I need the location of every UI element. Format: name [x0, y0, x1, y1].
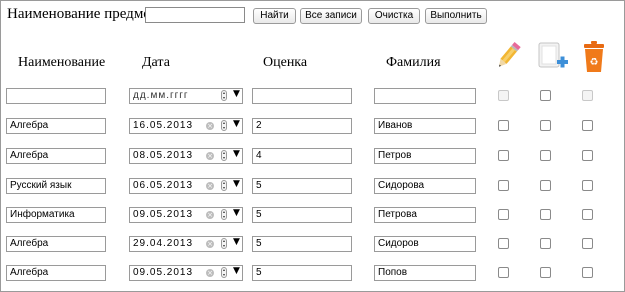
- date-value: 06.05.2013: [133, 180, 194, 191]
- name-field[interactable]: Информатика: [6, 207, 106, 223]
- table-row: Алгебра 29.04.2013 × ▼ 5 Сидоров: [0, 236, 625, 254]
- date-clear-icon[interactable]: ×: [206, 182, 214, 190]
- add-record-icon[interactable]: [537, 41, 569, 73]
- find-button[interactable]: Найти: [253, 8, 296, 24]
- surname-field[interactable]: Петров: [374, 148, 476, 164]
- date-clear-icon[interactable]: ×: [206, 211, 214, 219]
- add-checkbox[interactable]: [540, 90, 551, 101]
- clear-button[interactable]: Очистка: [368, 8, 420, 24]
- delete-checkbox[interactable]: [582, 267, 593, 278]
- edit-checkbox[interactable]: [498, 150, 509, 161]
- date-dropdown-arrow-icon[interactable]: ▼: [233, 89, 240, 99]
- name-field[interactable]: Русский язык: [6, 178, 106, 194]
- filter-name-input[interactable]: [6, 88, 106, 104]
- date-spinner[interactable]: [221, 150, 227, 161]
- name-field[interactable]: Алгебра: [6, 265, 106, 281]
- name-field[interactable]: Алгебра: [6, 118, 106, 134]
- edit-checkbox[interactable]: [498, 267, 509, 278]
- delete-checkbox[interactable]: [582, 120, 593, 131]
- date-value: 16.05.2013: [133, 120, 194, 131]
- date-spinner[interactable]: [221, 267, 227, 278]
- date-dropdown-arrow-icon[interactable]: ▼: [233, 237, 240, 247]
- name-field[interactable]: Алгебра: [6, 148, 106, 164]
- date-clear-icon[interactable]: ×: [206, 122, 214, 130]
- add-checkbox[interactable]: [540, 209, 551, 220]
- table-row: Русский язык 06.05.2013 × ▼ 5 Сидорова: [0, 178, 625, 196]
- date-clear-icon[interactable]: ×: [206, 240, 214, 248]
- grade-field[interactable]: 5: [252, 236, 352, 252]
- date-spinner[interactable]: [221, 120, 227, 131]
- delete-checkbox[interactable]: [582, 209, 593, 220]
- date-value: 29.04.2013: [133, 238, 194, 249]
- add-checkbox[interactable]: [540, 120, 551, 131]
- table-row: Алгебра 08.05.2013 × ▼ 4 Петров: [0, 148, 625, 166]
- delete-checkbox[interactable]: [582, 238, 593, 249]
- table-row: Информатика 09.05.2013 × ▼ 5 Петрова: [0, 207, 625, 225]
- pencil-edit-icon[interactable]: [495, 41, 521, 71]
- date-dropdown-arrow-icon[interactable]: ▼: [233, 179, 240, 189]
- search-label: Наименование предмета: [7, 6, 164, 22]
- date-value: 09.05.2013: [133, 267, 194, 278]
- column-header-surname: Фамилия: [386, 55, 441, 70]
- date-dropdown-arrow-icon[interactable]: ▼: [233, 266, 240, 276]
- recycle-bin-delete-icon[interactable]: ♻: [581, 41, 607, 73]
- delete-checkbox[interactable]: [582, 150, 593, 161]
- edit-checkbox[interactable]: [498, 180, 509, 191]
- surname-field[interactable]: Попов: [374, 265, 476, 281]
- add-checkbox[interactable]: [540, 180, 551, 191]
- column-header-grade: Оценка: [263, 55, 308, 70]
- add-checkbox[interactable]: [540, 267, 551, 278]
- date-value: 09.05.2013: [133, 209, 194, 220]
- surname-field[interactable]: Сидоров: [374, 236, 476, 252]
- filter-grade-input[interactable]: [252, 88, 352, 104]
- delete-checkbox[interactable]: [582, 180, 593, 191]
- date-clear-icon[interactable]: ×: [206, 152, 214, 160]
- name-field[interactable]: Алгебра: [6, 236, 106, 252]
- svg-text:♻: ♻: [590, 57, 599, 68]
- search-input[interactable]: [145, 7, 245, 23]
- date-dropdown-arrow-icon[interactable]: ▼: [233, 149, 240, 159]
- add-checkbox[interactable]: [540, 238, 551, 249]
- edit-checkbox: [498, 90, 509, 101]
- grade-field[interactable]: 5: [252, 265, 352, 281]
- date-dropdown-arrow-icon[interactable]: ▼: [233, 208, 240, 218]
- date-clear-icon[interactable]: ×: [206, 269, 214, 277]
- date-spinner[interactable]: [221, 209, 227, 220]
- delete-checkbox: [582, 90, 593, 101]
- filter-surname-input[interactable]: [374, 88, 476, 104]
- date-placeholder: дд.мм.гггг: [133, 90, 189, 101]
- execute-button[interactable]: Выполнить: [425, 8, 487, 24]
- date-spinner[interactable]: [221, 180, 227, 191]
- all-records-button[interactable]: Все записи: [300, 8, 362, 24]
- date-dropdown-arrow-icon[interactable]: ▼: [233, 119, 240, 129]
- edit-checkbox[interactable]: [498, 238, 509, 249]
- grade-field[interactable]: 4: [252, 148, 352, 164]
- surname-field[interactable]: Иванов: [374, 118, 476, 134]
- edit-checkbox[interactable]: [498, 209, 509, 220]
- column-header-date: Дата: [142, 55, 170, 70]
- grade-field[interactable]: 2: [252, 118, 352, 134]
- table-row: Алгебра 16.05.2013 × ▼ 2 Иванов: [0, 118, 625, 136]
- date-value: 08.05.2013: [133, 150, 194, 161]
- surname-field[interactable]: Сидорова: [374, 178, 476, 194]
- filter-row: дд.мм.гггг ▼: [0, 88, 625, 106]
- surname-field[interactable]: Петрова: [374, 207, 476, 223]
- table-row: Алгебра 09.05.2013 × ▼ 5 Попов: [0, 265, 625, 283]
- date-spinner[interactable]: [221, 90, 227, 101]
- date-spinner[interactable]: [221, 238, 227, 249]
- edit-checkbox[interactable]: [498, 120, 509, 131]
- grade-field[interactable]: 5: [252, 207, 352, 223]
- column-header-name: Наименование: [18, 55, 106, 70]
- grade-field[interactable]: 5: [252, 178, 352, 194]
- add-checkbox[interactable]: [540, 150, 551, 161]
